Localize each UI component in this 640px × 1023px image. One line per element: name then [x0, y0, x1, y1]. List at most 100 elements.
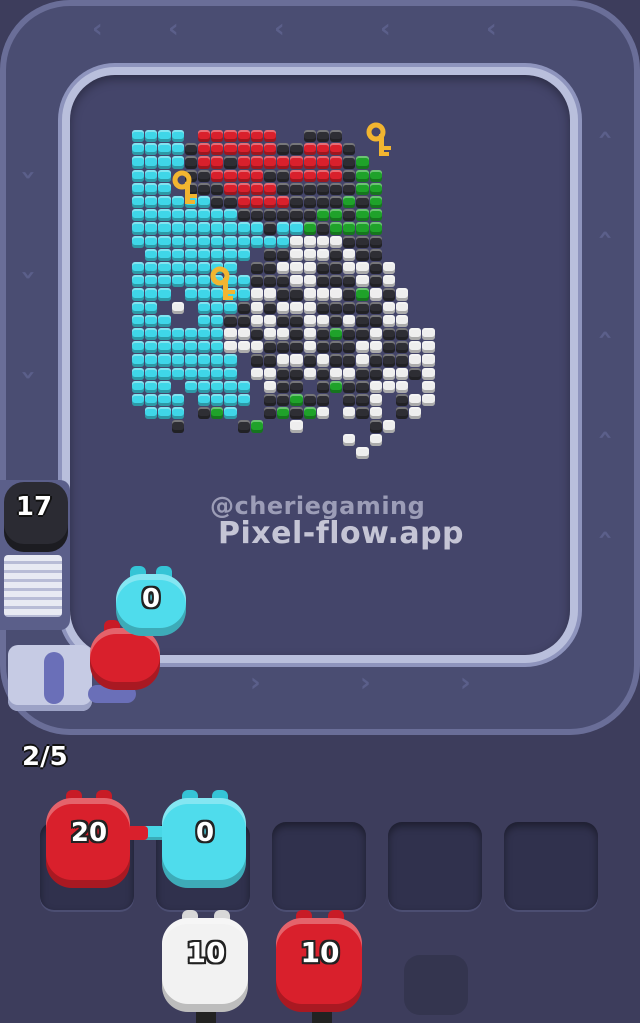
chevron-icon: ‹: [274, 14, 285, 44]
pixel-cell: [264, 196, 277, 209]
pixel-cell: [369, 169, 382, 182]
pixel-cell: [211, 394, 224, 407]
pixel-cell: [422, 341, 435, 354]
pixel-cell: [277, 407, 290, 420]
pixel-cell: [316, 380, 329, 393]
pixel-cell: [316, 143, 329, 156]
pixel-cell: [145, 314, 158, 327]
slot-3[interactable]: [272, 822, 366, 910]
pixel-cell: [171, 143, 184, 156]
pixel-cell: [224, 130, 237, 143]
pixel-cell: [132, 222, 145, 235]
pixel-cell: [369, 380, 382, 393]
pixel-cell: [356, 209, 369, 222]
pixel-cell: [409, 328, 422, 341]
deck-shooter-red[interactable]: 10: [274, 910, 366, 1014]
pixel-cell: [224, 143, 237, 156]
pixel-cell: [132, 394, 145, 407]
pixel-cell: [224, 209, 237, 222]
pixel-cell: [369, 262, 382, 275]
pixel-cell: [237, 143, 250, 156]
pixel-cell: [211, 367, 224, 380]
pixel-cell: [369, 288, 382, 301]
pixel-cell: [343, 248, 356, 261]
pixel-cell: [224, 380, 237, 393]
pixel-cell: [409, 367, 422, 380]
pixel-cell: [316, 314, 329, 327]
pixel-cell: [369, 314, 382, 327]
pixel-cell: [356, 394, 369, 407]
pixel-cell: [145, 248, 158, 261]
slot-5[interactable]: [504, 822, 598, 910]
pixel-cell: [158, 235, 171, 248]
pixel-cell: [277, 328, 290, 341]
pixel-cell: [330, 222, 343, 235]
pixel-cell: [303, 156, 316, 169]
pixel-cell: [237, 209, 250, 222]
pixel-cell: [211, 196, 224, 209]
pixel-cell: [303, 328, 316, 341]
deck-shooter-white[interactable]: 10: [160, 910, 252, 1014]
pixel-cell: [369, 433, 382, 446]
pixel-cell: [158, 262, 171, 275]
pixel-cell: [369, 407, 382, 420]
pixel-cell: [171, 354, 184, 367]
pixel-cell: [171, 394, 184, 407]
pixel-cell: [396, 407, 409, 420]
pixel-cell: [224, 407, 237, 420]
pixel-cell: [396, 301, 409, 314]
pixel-cell: [356, 367, 369, 380]
pixel-cell: [145, 156, 158, 169]
pixel-cell: [356, 301, 369, 314]
key-icon: [366, 122, 391, 156]
pixel-cell: [369, 275, 382, 288]
pixel-cell: [237, 130, 250, 143]
pixel-cell: [382, 367, 395, 380]
pixel-cell: [316, 275, 329, 288]
pixel-cell: [290, 169, 303, 182]
pixel-cell: [290, 301, 303, 314]
pixel-cell: [303, 248, 316, 261]
watermark-site: Pixel-flow.app: [218, 516, 465, 551]
pixel-cell: [158, 367, 171, 380]
pixel-cell: [132, 143, 145, 156]
pixel-cell: [396, 380, 409, 393]
pixel-cell: [290, 380, 303, 393]
slot-4[interactable]: [388, 822, 482, 910]
pixel-cell: [303, 222, 316, 235]
pixel-cell: [158, 354, 171, 367]
pixel-cell: [330, 143, 343, 156]
pixel-cell: [145, 182, 158, 195]
pixel-cell: [158, 248, 171, 261]
chevron-icon: ‹: [380, 14, 391, 44]
pixel-cell: [171, 248, 184, 261]
pixel-cell: [171, 367, 184, 380]
pixel-cell: [237, 222, 250, 235]
pixel-cell: [382, 380, 395, 393]
shooter-cyan-on-belt[interactable]: 0: [112, 566, 190, 640]
pixel-cell: [211, 328, 224, 341]
pixel-cell: [396, 394, 409, 407]
slot-shooter-cyan[interactable]: 0: [160, 790, 250, 890]
pixel-cell: [277, 380, 290, 393]
pixel-cell: [211, 130, 224, 143]
pixel-cell: [145, 288, 158, 301]
pixel-cell: [277, 262, 290, 275]
pixel-cell: [303, 209, 316, 222]
pixel-cell: [356, 314, 369, 327]
chevron-icon: ‹: [590, 529, 621, 541]
pixel-cell: [343, 196, 356, 209]
pixel-cell: [158, 130, 171, 143]
pixel-cell: [382, 341, 395, 354]
pixel-cell: [290, 367, 303, 380]
slot-shooter-red[interactable]: 20: [44, 790, 134, 890]
pixel-cell: [237, 235, 250, 248]
pixel-cell: [224, 394, 237, 407]
pixel-cell: [145, 196, 158, 209]
pixel-cell: [369, 341, 382, 354]
pixel-cell: [369, 235, 382, 248]
pixel-cell: [171, 262, 184, 275]
pixel-cell: [343, 341, 356, 354]
pixel-cell: [132, 209, 145, 222]
pixel-cell: [184, 354, 197, 367]
